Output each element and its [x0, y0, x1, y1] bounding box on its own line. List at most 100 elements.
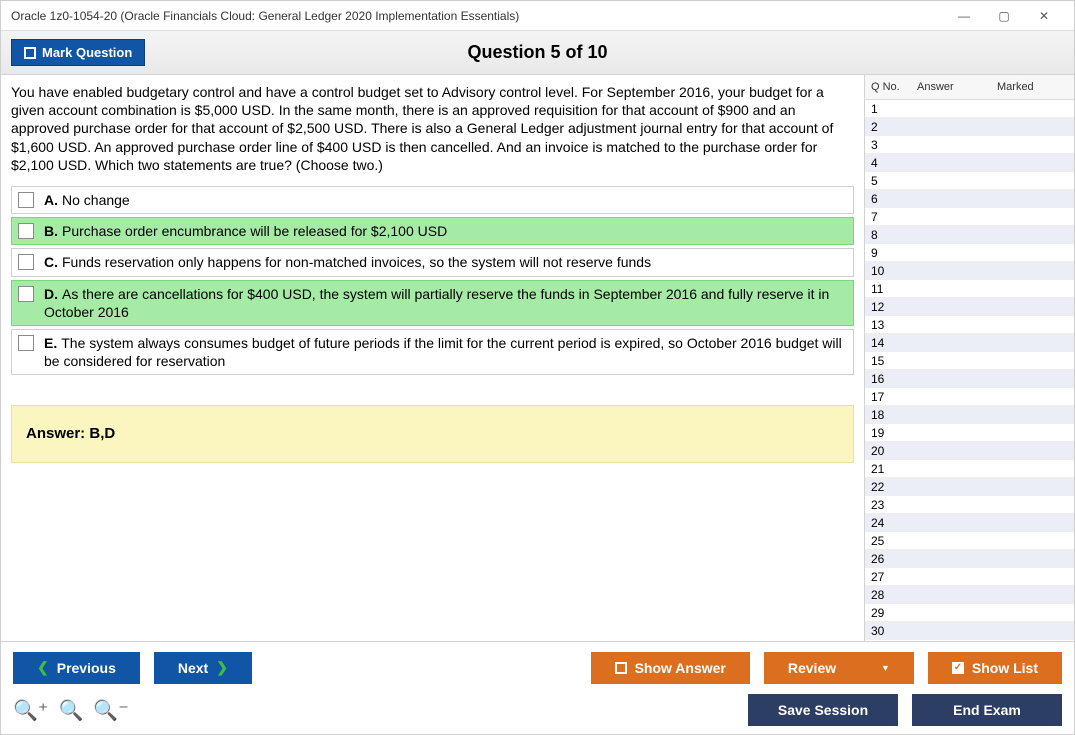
zoom-in-icon[interactable]: 🔍⁺ — [13, 698, 48, 723]
maximize-button[interactable]: ▢ — [984, 6, 1024, 26]
qno-cell: 12 — [865, 300, 905, 314]
qno-cell: 27 — [865, 570, 905, 584]
option-checkbox[interactable] — [18, 254, 34, 270]
option-row[interactable]: C.Funds reservation only happens for non… — [11, 248, 854, 276]
question-list-row[interactable]: 13 — [865, 316, 1074, 334]
option-row[interactable]: B.Purchase order encumbrance will be rel… — [11, 217, 854, 245]
body: You have enabled budgetary control and h… — [1, 75, 1074, 641]
question-list-row[interactable]: 3 — [865, 136, 1074, 154]
question-list-row[interactable]: 16 — [865, 370, 1074, 388]
question-list-row[interactable]: 29 — [865, 604, 1074, 622]
option-body: Funds reservation only happens for non-m… — [62, 254, 651, 270]
chevron-left-icon: ❮ — [37, 659, 49, 676]
end-exam-button[interactable]: End Exam — [912, 694, 1062, 726]
qno-cell: 18 — [865, 408, 905, 422]
question-list-row[interactable]: 2 — [865, 118, 1074, 136]
qno-cell: 10 — [865, 264, 905, 278]
next-button[interactable]: Next ❯ — [154, 652, 252, 684]
option-text: E.The system always consumes budget of f… — [44, 334, 847, 370]
qno-cell: 19 — [865, 426, 905, 440]
qno-cell: 2 — [865, 120, 905, 134]
option-row[interactable]: A.No change — [11, 186, 854, 214]
close-button[interactable]: ✕ — [1024, 6, 1064, 26]
option-body: The system always consumes budget of fut… — [44, 335, 842, 369]
option-text: A.No change — [44, 191, 847, 209]
question-list-row[interactable]: 7 — [865, 208, 1074, 226]
footer-row-2: 🔍⁺ 🔍 🔍⁻ Save Session End Exam — [13, 694, 1062, 726]
option-checkbox[interactable] — [18, 192, 34, 208]
previous-button[interactable]: ❮ Previous — [13, 652, 140, 684]
previous-label: Previous — [57, 660, 116, 676]
question-list-row[interactable]: 25 — [865, 532, 1074, 550]
qno-cell: 6 — [865, 192, 905, 206]
option-checkbox[interactable] — [18, 223, 34, 239]
option-letter: B. — [44, 223, 58, 239]
col-answer: Answer — [911, 75, 991, 99]
answer-label: Answer: — [26, 425, 89, 442]
col-qno: Q No. — [865, 75, 911, 99]
zoom-reset-icon[interactable]: 🔍 — [58, 698, 83, 723]
option-row[interactable]: D.As there are cancellations for $400 US… — [11, 280, 854, 326]
question-list-row[interactable]: 21 — [865, 460, 1074, 478]
option-letter: D. — [44, 286, 58, 302]
question-list-row[interactable]: 8 — [865, 226, 1074, 244]
zoom-out-icon[interactable]: 🔍⁻ — [93, 698, 128, 723]
question-list-row[interactable]: 10 — [865, 262, 1074, 280]
minimize-button[interactable]: — — [944, 6, 984, 26]
qno-cell: 14 — [865, 336, 905, 350]
question-list-row[interactable]: 17 — [865, 388, 1074, 406]
question-list-row[interactable]: 27 — [865, 568, 1074, 586]
qno-cell: 28 — [865, 588, 905, 602]
question-list-row[interactable]: 30 — [865, 622, 1074, 640]
option-row[interactable]: E.The system always consumes budget of f… — [11, 329, 854, 375]
question-list-row[interactable]: 19 — [865, 424, 1074, 442]
qno-cell: 23 — [865, 498, 905, 512]
question-list-header: Q No. Answer Marked — [865, 75, 1074, 100]
question-list-row[interactable]: 24 — [865, 514, 1074, 532]
checkbox-icon — [24, 47, 36, 59]
question-list-row[interactable]: 23 — [865, 496, 1074, 514]
save-session-button[interactable]: Save Session — [748, 694, 898, 726]
question-list-row[interactable]: 20 — [865, 442, 1074, 460]
qno-cell: 26 — [865, 552, 905, 566]
question-list-row[interactable]: 9 — [865, 244, 1074, 262]
question-list-row[interactable]: 6 — [865, 190, 1074, 208]
mark-question-button[interactable]: Mark Question — [11, 39, 145, 66]
question-list-row[interactable]: 12 — [865, 298, 1074, 316]
question-list-row[interactable]: 4 — [865, 154, 1074, 172]
question-list-row[interactable]: 22 — [865, 478, 1074, 496]
question-panel: You have enabled budgetary control and h… — [1, 75, 864, 641]
question-list-panel: Q No. Answer Marked 12345678910111213141… — [864, 75, 1074, 641]
option-list: A.No change B.Purchase order encumbrance … — [11, 186, 854, 375]
option-body: Purchase order encumbrance will be relea… — [62, 223, 447, 239]
qno-cell: 11 — [865, 282, 905, 296]
question-list[interactable]: 1234567891011121314151617181920212223242… — [865, 100, 1074, 641]
review-button[interactable]: Review ▼ — [764, 652, 914, 684]
answer-value: B,D — [89, 425, 115, 442]
qno-cell: 25 — [865, 534, 905, 548]
qno-cell: 9 — [865, 246, 905, 260]
show-list-label: Show List — [972, 660, 1038, 676]
question-list-row[interactable]: 18 — [865, 406, 1074, 424]
checkbox-icon — [615, 662, 627, 674]
question-counter: Question 5 of 10 — [1, 42, 1074, 63]
option-body: No change — [62, 192, 130, 208]
show-list-button[interactable]: ✓ Show List — [928, 652, 1062, 684]
option-body: As there are cancellations for $400 USD,… — [44, 286, 829, 320]
question-list-row[interactable]: 26 — [865, 550, 1074, 568]
option-letter: E. — [44, 335, 57, 351]
question-list-row[interactable]: 5 — [865, 172, 1074, 190]
option-checkbox[interactable] — [18, 335, 34, 351]
question-list-row[interactable]: 14 — [865, 334, 1074, 352]
question-list-row[interactable]: 28 — [865, 586, 1074, 604]
option-checkbox[interactable] — [18, 286, 34, 302]
qno-cell: 29 — [865, 606, 905, 620]
qno-cell: 30 — [865, 624, 905, 638]
question-list-row[interactable]: 15 — [865, 352, 1074, 370]
question-list-row[interactable]: 1 — [865, 100, 1074, 118]
question-list-row[interactable]: 11 — [865, 280, 1074, 298]
review-label: Review — [788, 660, 836, 676]
footer: ❮ Previous Next ❯ Show Answer Review ▼ ✓… — [1, 641, 1074, 734]
show-answer-button[interactable]: Show Answer — [591, 652, 750, 684]
qno-cell: 16 — [865, 372, 905, 386]
